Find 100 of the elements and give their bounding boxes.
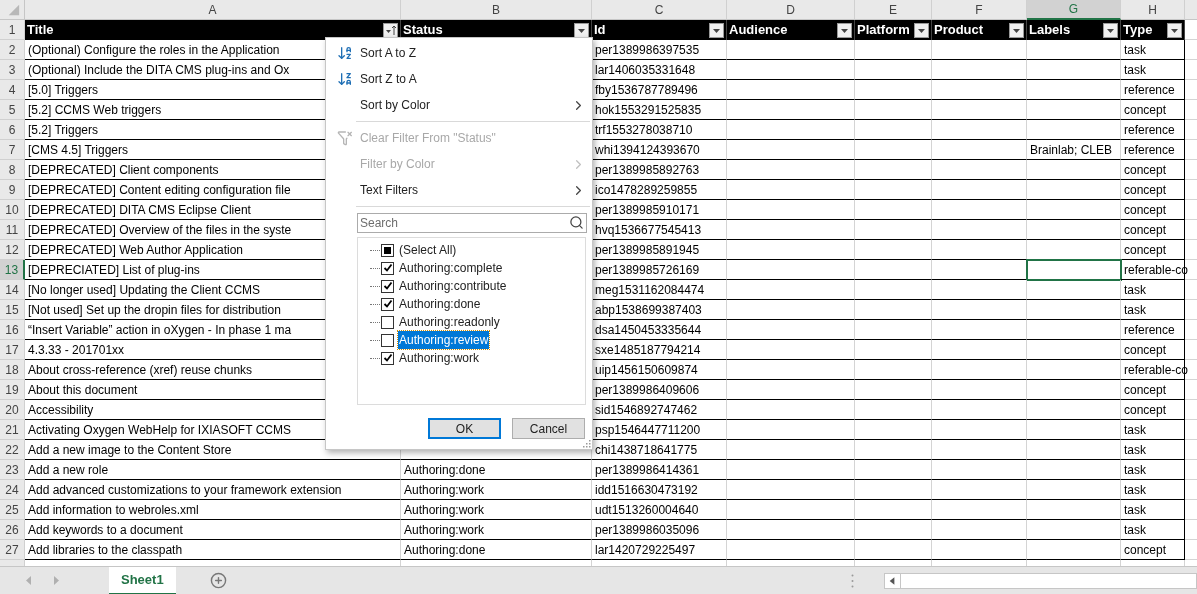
- table-cell: concept: [1121, 240, 1185, 260]
- resize-grip-icon: [583, 440, 591, 448]
- dialog-button[interactable]: OK: [428, 418, 501, 439]
- filter-dropdown-button[interactable]: [1103, 22, 1118, 38]
- column-header[interactable]: H: [1121, 0, 1185, 20]
- checkbox[interactable]: [381, 333, 394, 347]
- row-header[interactable]: 27: [0, 540, 25, 560]
- filter-dropdown-button[interactable]: [837, 22, 852, 38]
- value-item[interactable]: Authoring:done: [398, 295, 482, 313]
- table-cell: concept: [1121, 380, 1185, 400]
- row-header[interactable]: 13: [0, 260, 25, 280]
- row-header[interactable]: 15: [0, 300, 25, 320]
- row-header[interactable]: 19: [0, 380, 25, 400]
- clear-filter-icon: [337, 130, 353, 146]
- row-header[interactable]: 16: [0, 320, 25, 340]
- horizontal-scrollbar[interactable]: [883, 572, 1197, 589]
- table-cell: concept: [1121, 180, 1185, 200]
- table-cell: per1389986414361: [592, 460, 727, 480]
- table-cell: lar1420729225497: [592, 540, 727, 560]
- header-text: Status: [403, 21, 444, 40]
- search-icon: [569, 215, 584, 230]
- sort-ascending-icon: [337, 45, 353, 61]
- filter-dropdown-button[interactable]: [1009, 22, 1024, 38]
- table-cell: Authoring:done: [401, 540, 592, 560]
- active-cell[interactable]: [1027, 260, 1121, 280]
- table-cell: task: [1121, 420, 1185, 440]
- checkbox[interactable]: [381, 261, 394, 275]
- row-header[interactable]: 18: [0, 360, 25, 380]
- row-header[interactable]: 24: [0, 480, 25, 500]
- table-cell: idd1516630473192: [592, 480, 727, 500]
- row-header[interactable]: 1: [0, 20, 25, 40]
- add-sheet-icon[interactable]: [209, 572, 227, 589]
- filter-dropdown-button[interactable]: [914, 22, 929, 38]
- row-header[interactable]: 20: [0, 400, 25, 420]
- header-text: Labels: [1029, 21, 1072, 40]
- table-cell: udt1513260004640: [592, 500, 727, 520]
- row-header[interactable]: 11: [0, 220, 25, 240]
- value-item[interactable]: (Select All): [398, 241, 458, 259]
- table-cell: Authoring:work: [401, 480, 592, 500]
- checkbox[interactable]: [381, 351, 394, 365]
- column-header[interactable]: D: [727, 0, 855, 20]
- row-header[interactable]: 26: [0, 520, 25, 540]
- table-cell: Add a new role: [25, 460, 401, 480]
- table-cell: concept: [1121, 200, 1185, 220]
- row-header[interactable]: 2: [0, 40, 25, 60]
- row-header[interactable]: 14: [0, 280, 25, 300]
- table-cell: task: [1121, 520, 1185, 540]
- table-cell: task: [1121, 60, 1185, 80]
- row-header[interactable]: 21: [0, 420, 25, 440]
- sheet-tab[interactable]: Sheet1: [109, 566, 176, 594]
- sort-filter-button[interactable]: [383, 22, 398, 38]
- splitter-handle-icon[interactable]: [850, 573, 854, 588]
- row-header[interactable]: 25: [0, 500, 25, 520]
- table-cell: Add keywords to a document: [25, 520, 401, 540]
- table-cell: reference: [1121, 80, 1185, 100]
- checkbox[interactable]: [381, 297, 394, 311]
- header-text: Type: [1123, 21, 1154, 40]
- table-cell: task: [1121, 500, 1185, 520]
- table-cell: task: [1121, 40, 1185, 60]
- search-field[interactable]: Search: [357, 213, 587, 233]
- table-cell: per1389986035096: [592, 520, 727, 540]
- table-cell: Brainlab; CLEB: [1027, 140, 1121, 160]
- row-header[interactable]: 3: [0, 60, 25, 80]
- row-header[interactable]: 9: [0, 180, 25, 200]
- value-item[interactable]: Authoring:contribute: [398, 277, 508, 295]
- checkbox[interactable]: [381, 279, 394, 293]
- table-cell: concept: [1121, 160, 1185, 180]
- row-header[interactable]: 23: [0, 460, 25, 480]
- header-text: Audience: [729, 21, 789, 40]
- table-cell: task: [1121, 440, 1185, 460]
- sort-descending-icon: [337, 71, 353, 87]
- table-cell: concept: [1121, 540, 1185, 560]
- column-header[interactable]: A: [25, 0, 401, 20]
- table-cell: concept: [1121, 400, 1185, 420]
- row-header[interactable]: 12: [0, 240, 25, 260]
- filter-dropdown-button[interactable]: [1167, 22, 1182, 38]
- row-header[interactable]: 7: [0, 140, 25, 160]
- row-header[interactable]: 10: [0, 200, 25, 220]
- column-header[interactable]: C: [592, 0, 727, 20]
- value-item[interactable]: Authoring:work: [398, 349, 481, 367]
- filter-dropdown-button[interactable]: [709, 22, 724, 38]
- table-cell: task: [1121, 480, 1185, 500]
- value-item[interactable]: Authoring:readonly: [398, 313, 501, 331]
- checkbox[interactable]: [381, 315, 394, 329]
- column-header[interactable]: G: [1027, 0, 1121, 20]
- row-header[interactable]: 6: [0, 120, 25, 140]
- table-cell: concept: [1121, 220, 1185, 240]
- row-header[interactable]: 5: [0, 100, 25, 120]
- filter-dropdown-button[interactable]: [574, 22, 589, 38]
- row-header[interactable]: 17: [0, 340, 25, 360]
- row-header[interactable]: 22: [0, 440, 25, 460]
- column-header[interactable]: E: [855, 0, 932, 20]
- value-item[interactable]: Authoring:review: [398, 331, 490, 349]
- column-header[interactable]: F: [932, 0, 1027, 20]
- column-header[interactable]: B: [401, 0, 592, 20]
- dialog-button[interactable]: Cancel: [512, 418, 585, 439]
- table-cell: Authoring:work: [401, 520, 592, 540]
- row-header[interactable]: 4: [0, 80, 25, 100]
- row-header[interactable]: 8: [0, 160, 25, 180]
- value-item[interactable]: Authoring:complete: [398, 259, 504, 277]
